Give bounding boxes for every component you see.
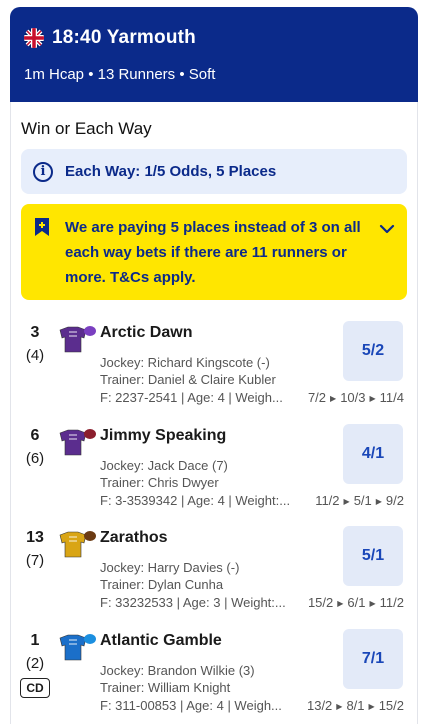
price-history: 11/2 ▶ 5/1 ▶ 9/2 bbox=[315, 493, 404, 508]
course-distance-badge: CD bbox=[20, 678, 50, 698]
price-history-item: 11/4 bbox=[379, 390, 404, 405]
race-subtitle: 1m Hcap • 13 Runners • Soft bbox=[24, 66, 216, 83]
jockey-silk-icon bbox=[59, 634, 96, 661]
play-arrow-icon: ▶ bbox=[368, 702, 375, 711]
runner-trainer: Trainer: Daniel & Claire Kubler bbox=[100, 372, 276, 387]
bookmark-plus-icon bbox=[33, 217, 51, 237]
runner-form: F: 311-00853 | Age: 4 | Weigh... bbox=[100, 698, 282, 713]
promo-banner[interactable]: We are paying 5 places instead of 3 on a… bbox=[21, 204, 407, 300]
jockey-silk-icon bbox=[59, 531, 96, 558]
play-arrow-icon: ▶ bbox=[330, 394, 337, 403]
runner-name[interactable]: Arctic Dawn bbox=[100, 324, 192, 342]
runner-name[interactable]: Jimmy Speaking bbox=[100, 427, 226, 445]
runner-name[interactable]: Atlantic Gamble bbox=[100, 632, 222, 650]
runner-row: 6 (6) Jimmy Speaking Jockey: Jack Dace (7) T… bbox=[10, 424, 418, 527]
price-history-item: 15/2 bbox=[307, 595, 334, 610]
runner-trainer: Trainer: William Knight bbox=[100, 680, 231, 695]
play-arrow-icon: ▶ bbox=[337, 599, 344, 608]
price-history: 13/2 ▶ 8/1 ▶ 15/2 bbox=[307, 698, 404, 713]
runner-trainer: Trainer: Chris Dwyer bbox=[100, 475, 219, 490]
race-header: 18:40 Yarmouth 1m Hcap • 13 Runners • So… bbox=[10, 7, 418, 102]
odds-button[interactable]: 7/1 bbox=[343, 629, 403, 689]
odds-button[interactable]: 5/1 bbox=[343, 526, 403, 586]
play-arrow-icon: ▶ bbox=[343, 497, 350, 506]
price-history-item: 8/1 bbox=[346, 698, 365, 713]
runner-jockey: Jockey: Richard Kingscote (-) bbox=[100, 355, 270, 370]
race-title-row: 18:40 Yarmouth bbox=[24, 27, 404, 49]
runner-form: F: 3-3539342 | Age: 4 | Weight:... bbox=[100, 493, 291, 508]
play-arrow-icon: ▶ bbox=[336, 702, 343, 711]
race-card: 18:40 Yarmouth 1m Hcap • 13 Runners • So… bbox=[10, 7, 418, 724]
runner-draw: (4) bbox=[25, 347, 45, 364]
jockey-silk-icon bbox=[59, 326, 96, 353]
price-history: 15/2 ▶ 6/1 ▶ 11/2 bbox=[308, 595, 404, 610]
runner-row: 3 (4) Arctic Dawn Jockey: Richard Kingscote… bbox=[10, 321, 418, 424]
market-title: Win or Each Way bbox=[21, 119, 152, 138]
price-history-item: 9/2 bbox=[385, 493, 404, 508]
runner-jockey: Jockey: Brandon Wilkie (3) bbox=[100, 663, 255, 678]
promo-text: We are paying 5 places instead of 3 on a… bbox=[65, 219, 361, 286]
price-history-item: 15/2 bbox=[378, 698, 404, 713]
play-arrow-icon: ▶ bbox=[369, 599, 376, 608]
price-history-item: 10/3 bbox=[340, 390, 366, 405]
runner-number: 13 bbox=[26, 529, 44, 546]
each-way-terms: Each Way: 1/5 Odds, 5 Places bbox=[65, 163, 277, 180]
price-history-item: 6/1 bbox=[347, 595, 366, 610]
runner-number: 6 bbox=[30, 427, 40, 444]
play-arrow-icon: ▶ bbox=[369, 394, 376, 403]
price-history: 7/2 ▶ 10/3 ▶ 11/4 bbox=[308, 390, 404, 405]
odds-button[interactable]: 4/1 bbox=[343, 424, 403, 484]
uk-flag-icon bbox=[24, 28, 44, 48]
price-history-item: 13/2 bbox=[306, 698, 333, 713]
runner-draw: (2) bbox=[25, 655, 45, 672]
race-title: 18:40 Yarmouth bbox=[52, 27, 196, 48]
runner-jockey: Jockey: Harry Davies (-) bbox=[100, 560, 240, 575]
play-arrow-icon: ▶ bbox=[375, 497, 382, 506]
price-history-item: 11/2 bbox=[315, 493, 340, 508]
runner-form: F: 2237-2541 | Age: 4 | Weigh... bbox=[100, 390, 283, 405]
runner-form: F: 33232533 | Age: 3 | Weight:... bbox=[100, 595, 286, 610]
runner-row: 1 (2) CD Atlantic Gamble Jockey: Brandon Wil… bbox=[10, 629, 418, 724]
info-icon[interactable]: i bbox=[33, 161, 53, 182]
runner-number: 1 bbox=[30, 632, 40, 649]
runner-jockey: Jockey: Jack Dace (7) bbox=[100, 458, 228, 473]
chevron-down-icon[interactable] bbox=[379, 221, 395, 237]
runner-row: 13 (7) Zarathos Jockey: Harry Davies (-) Tra… bbox=[10, 526, 418, 629]
jockey-silk-icon bbox=[59, 429, 96, 456]
runner-name[interactable]: Zarathos bbox=[100, 529, 168, 547]
price-history-item: 5/1 bbox=[353, 493, 372, 508]
runner-number: 3 bbox=[30, 324, 40, 341]
odds-button[interactable]: 5/2 bbox=[343, 321, 403, 381]
price-history-item: 7/2 bbox=[307, 390, 327, 405]
runner-draw: (7) bbox=[25, 552, 45, 569]
runner-draw: (6) bbox=[25, 450, 45, 467]
each-way-info-banner: i Each Way: 1/5 Odds, 5 Places bbox=[21, 149, 407, 194]
price-history-item: 11/2 bbox=[379, 595, 404, 610]
runner-trainer: Trainer: Dylan Cunha bbox=[100, 577, 224, 592]
